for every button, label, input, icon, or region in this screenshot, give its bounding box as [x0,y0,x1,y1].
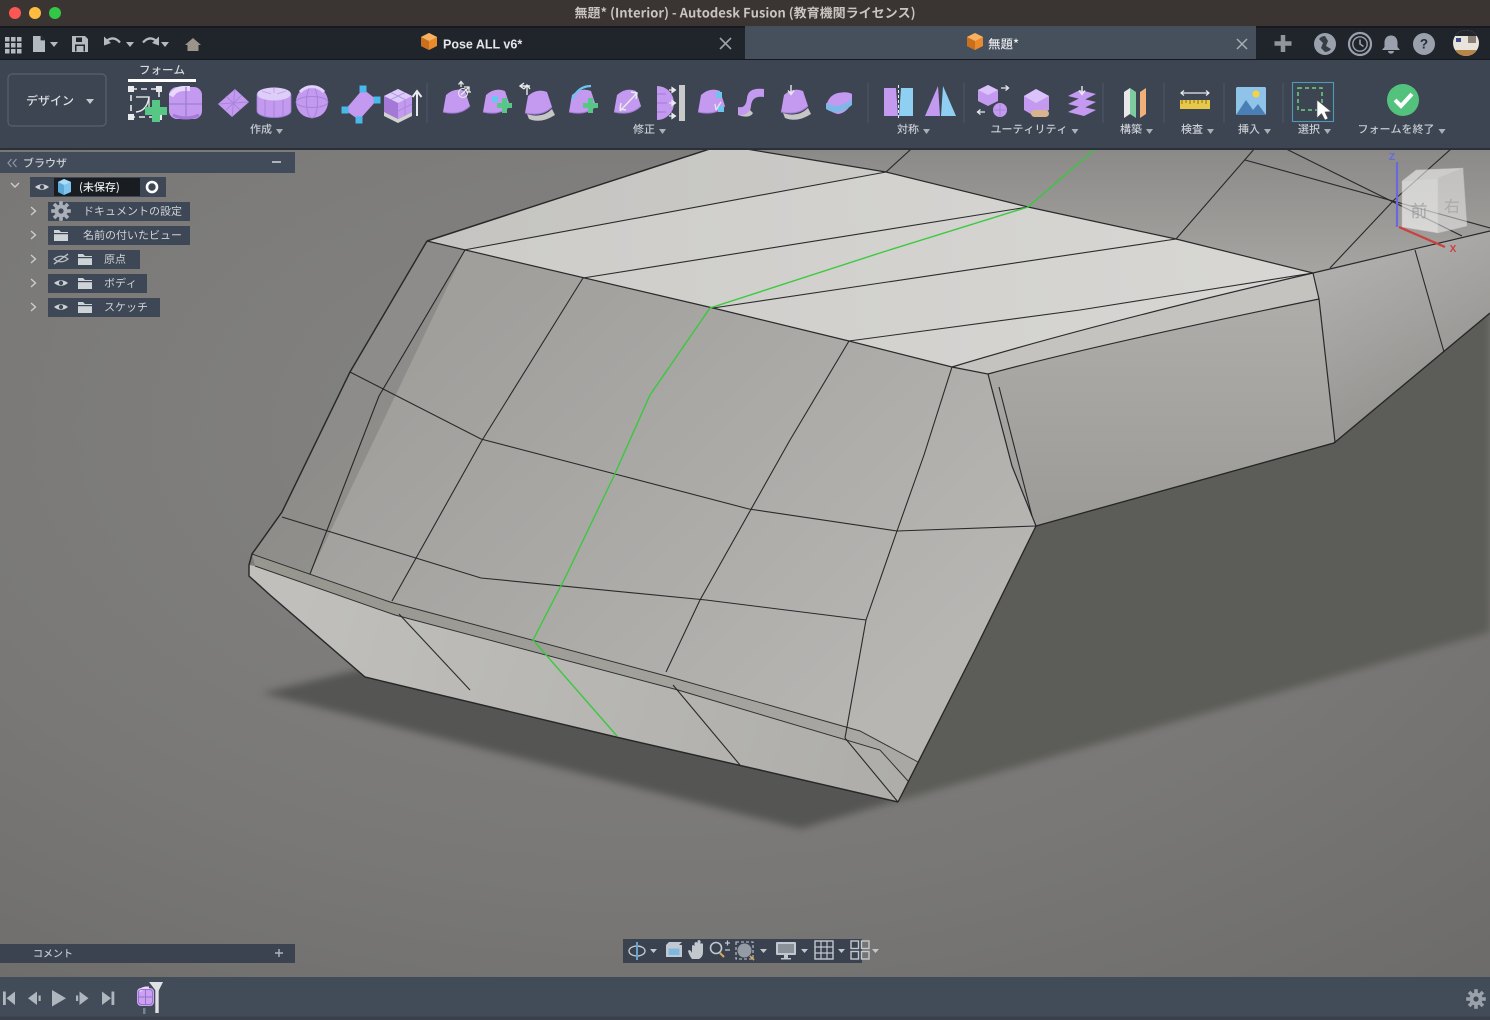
svg-text:Z: Z [1389,152,1395,163]
svg-text:?: ? [1420,37,1428,52]
svg-text:X: X [1450,244,1457,255]
svg-text:Pose ALL v6*: Pose ALL v6* [443,38,522,52]
